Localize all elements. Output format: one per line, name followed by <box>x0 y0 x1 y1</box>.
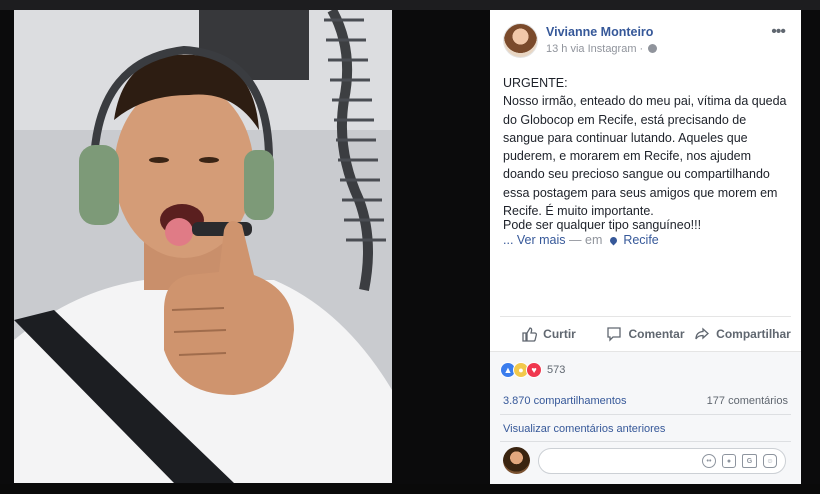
globe-icon <box>648 44 658 53</box>
map-pin-icon <box>608 235 619 246</box>
share-icon <box>695 327 710 340</box>
author-name[interactable]: Vivianne Monteiro <box>546 25 653 39</box>
emoji-icon[interactable]: •• <box>702 454 716 468</box>
post-actions: Curtir Comentar Compartilhar <box>500 316 791 351</box>
location-prefix: — em <box>569 233 603 247</box>
camera-icon[interactable]: ● <box>722 454 736 468</box>
sticker-icon[interactable]: ☺ <box>763 454 777 468</box>
see-more-link[interactable]: ... Ver mais <box>503 233 566 247</box>
current-user-avatar <box>503 447 530 474</box>
reaction-count: 573 <box>547 364 566 376</box>
comment-icon <box>607 327 622 342</box>
comment-button[interactable]: Comentar <box>597 326 694 342</box>
author-avatar[interactable] <box>503 23 538 58</box>
share-label: Compartilhar <box>716 327 791 341</box>
photo-illustration <box>14 10 392 483</box>
top-edge-strip <box>0 0 820 10</box>
engagement-section: ▲ ● ♥ 573 3.870 compartilhamentos 177 co… <box>490 351 801 484</box>
divider <box>500 414 791 415</box>
post-body-text: URGENTE: Nosso irmão, enteado do meu pai… <box>503 76 787 219</box>
gif-icon[interactable]: G <box>742 454 757 468</box>
shares-count[interactable]: 3.870 compartilhamentos <box>503 395 627 407</box>
post-photo[interactable] <box>14 10 392 483</box>
see-more-row: ... Ver mais — em Recife <box>503 233 659 247</box>
post-header: Vivianne Monteiro 13 h via Instagram · •… <box>503 23 791 63</box>
post-timestamp[interactable]: 13 h via Instagram · <box>546 43 643 55</box>
post-panel: Vivianne Monteiro 13 h via Instagram · •… <box>490 10 801 484</box>
bottom-edge-strip <box>0 484 820 494</box>
like-button[interactable]: Curtir <box>500 326 597 342</box>
divider <box>500 441 791 442</box>
location-link[interactable]: Recife <box>623 233 658 247</box>
love-reaction-icon: ♥ <box>526 362 542 378</box>
view-previous-comments-link[interactable]: Visualizar comentários anteriores <box>503 423 665 435</box>
comment-tools: •• ● G ☺ <box>702 454 777 468</box>
reaction-summary[interactable]: ▲ ● ♥ 573 <box>500 362 565 378</box>
comment-input[interactable] <box>549 453 703 471</box>
post-meta: 13 h via Instagram · <box>546 43 658 55</box>
comment-label: Comentar <box>628 327 685 341</box>
like-label: Curtir <box>543 327 576 341</box>
comments-count[interactable]: 177 comentários <box>707 395 788 407</box>
comment-box[interactable]: •• ● G ☺ <box>538 448 786 474</box>
more-options-icon[interactable]: ••• <box>771 24 786 40</box>
thumbs-up-icon <box>522 327 538 342</box>
share-button[interactable]: Compartilhar <box>694 326 791 342</box>
post-body-text-2: Pode ser qualquer tipo sanguíneo!!! <box>503 218 702 232</box>
